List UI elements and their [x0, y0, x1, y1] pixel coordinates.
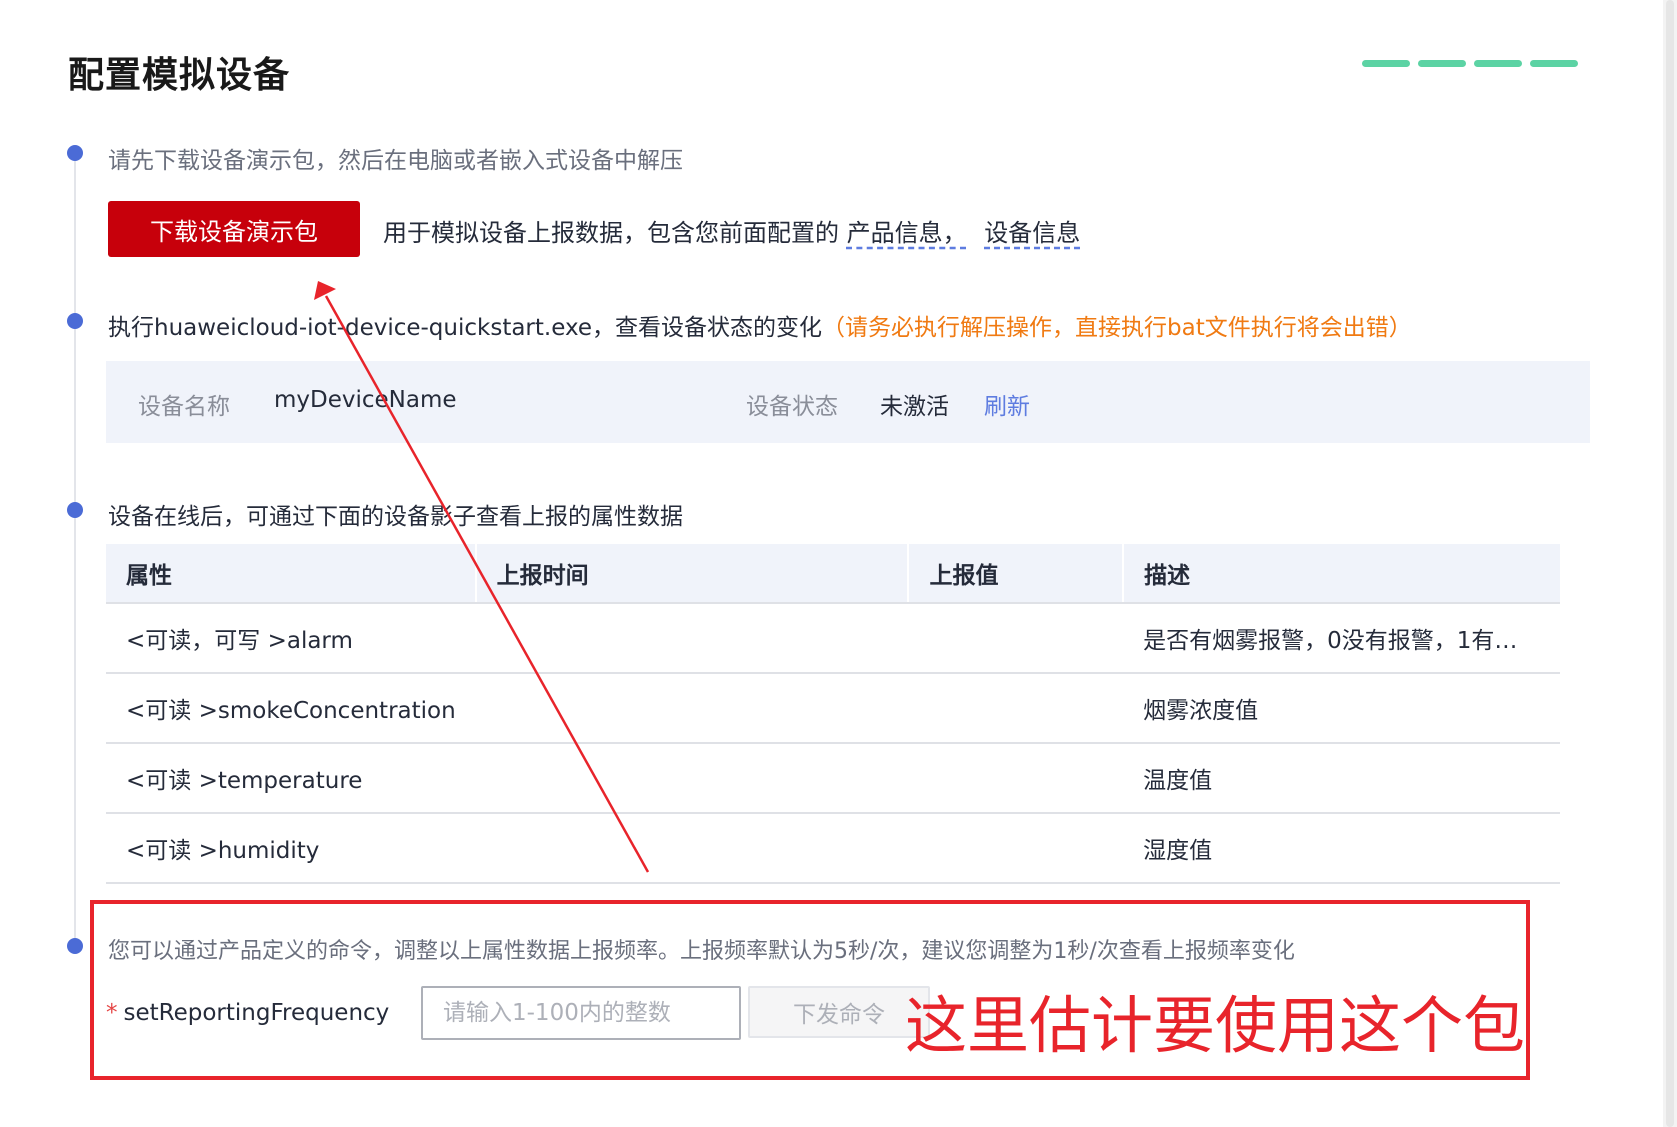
report-time-cell: [475, 673, 909, 744]
step-timeline: [74, 158, 76, 938]
property-cell: <可读 >smokeConcentration: [106, 673, 476, 744]
report-time-cell: [475, 743, 909, 814]
annotation-text: 这里估计要使用这个包: [905, 989, 1526, 1062]
table-row: <可读 >humidity 湿度值: [106, 813, 1560, 884]
column-header: 上报时间: [475, 544, 910, 604]
step-dot: [67, 313, 83, 329]
page-title: 配置模拟设备: [68, 55, 291, 96]
report-time-cell: [475, 813, 909, 884]
description-cell: 温度值: [1123, 743, 1560, 814]
device-status-value: 未激活: [880, 394, 949, 420]
scrollbar-thumb[interactable]: [1666, 0, 1674, 1127]
device-status-panel: 设备名称 myDeviceName 设备状态 未激活 刷新: [106, 361, 1590, 443]
description-cell: 烟雾浓度值: [1123, 673, 1560, 744]
property-table: 属性 上报时间 上报值 描述 <可读，可写 >alarm 是否有烟雾报警，0没有…: [106, 544, 1560, 884]
report-value-cell: [908, 673, 1124, 744]
report-time-cell: [475, 603, 909, 674]
step-3-text: 设备在线后，可通过下面的设备影子查看上报的属性数据: [108, 504, 683, 530]
refresh-link[interactable]: 刷新: [984, 387, 1030, 421]
device-status-label: 设备状态: [746, 394, 838, 420]
device-name-value: myDeviceName: [274, 387, 457, 413]
column-header: 描述: [1123, 544, 1560, 604]
decor-dash: [1530, 60, 1578, 67]
description-cell: 是否有烟雾报警，0没有报警，1有烟雾报警: [1123, 603, 1560, 674]
decor-dash: [1362, 60, 1410, 67]
device-name-label: 设备名称: [138, 394, 230, 420]
report-value-cell: [908, 813, 1124, 884]
download-demo-package-button[interactable]: 下载设备演示包: [108, 201, 360, 257]
step-2-warning: （请务必执行解压操作，直接执行bat文件执行将会出错）: [822, 315, 1412, 341]
table-header-row: 属性 上报时间 上报值 描述: [106, 544, 1560, 604]
table-row: <可读 >smokeConcentration 烟雾浓度值: [106, 673, 1560, 744]
step-2-instruction: 执行huaweicloud-iot-device-quickstart.exe，…: [108, 315, 823, 341]
download-note-text: 用于模拟设备上报数据，包含您前面配置的: [383, 219, 839, 247]
column-header: 上报值: [908, 544, 1125, 604]
property-cell: <可读，可写 >alarm: [106, 603, 476, 674]
step-2-text: 执行huaweicloud-iot-device-quickstart.exe，…: [108, 308, 1412, 342]
step-1-text: 请先下载设备演示包，然后在电脑或者嵌入式设备中解压: [108, 148, 683, 174]
column-header: 属性: [106, 544, 477, 604]
annotation-arrow-head: [314, 281, 336, 300]
property-cell: <可读 >humidity: [106, 813, 476, 884]
report-value-cell: [908, 603, 1124, 674]
step-dot: [67, 502, 83, 518]
product-info-link[interactable]: 产品信息，: [847, 219, 967, 247]
device-info-link[interactable]: 设备信息: [984, 219, 1080, 247]
download-note: 用于模拟设备上报数据，包含您前面配置的 产品信息， 设备信息: [383, 213, 1080, 248]
decor-dash: [1474, 60, 1522, 67]
decor-dash: [1418, 60, 1466, 67]
step-dot: [67, 938, 83, 954]
property-cell: <可读 >temperature: [106, 743, 476, 814]
report-value-cell: [908, 743, 1124, 814]
table-row: <可读 >temperature 温度值: [106, 743, 1560, 814]
table-row: <可读，可写 >alarm 是否有烟雾报警，0没有报警，1有烟雾报警: [106, 603, 1560, 674]
step-dot: [67, 145, 83, 161]
description-cell: 湿度值: [1123, 813, 1560, 884]
